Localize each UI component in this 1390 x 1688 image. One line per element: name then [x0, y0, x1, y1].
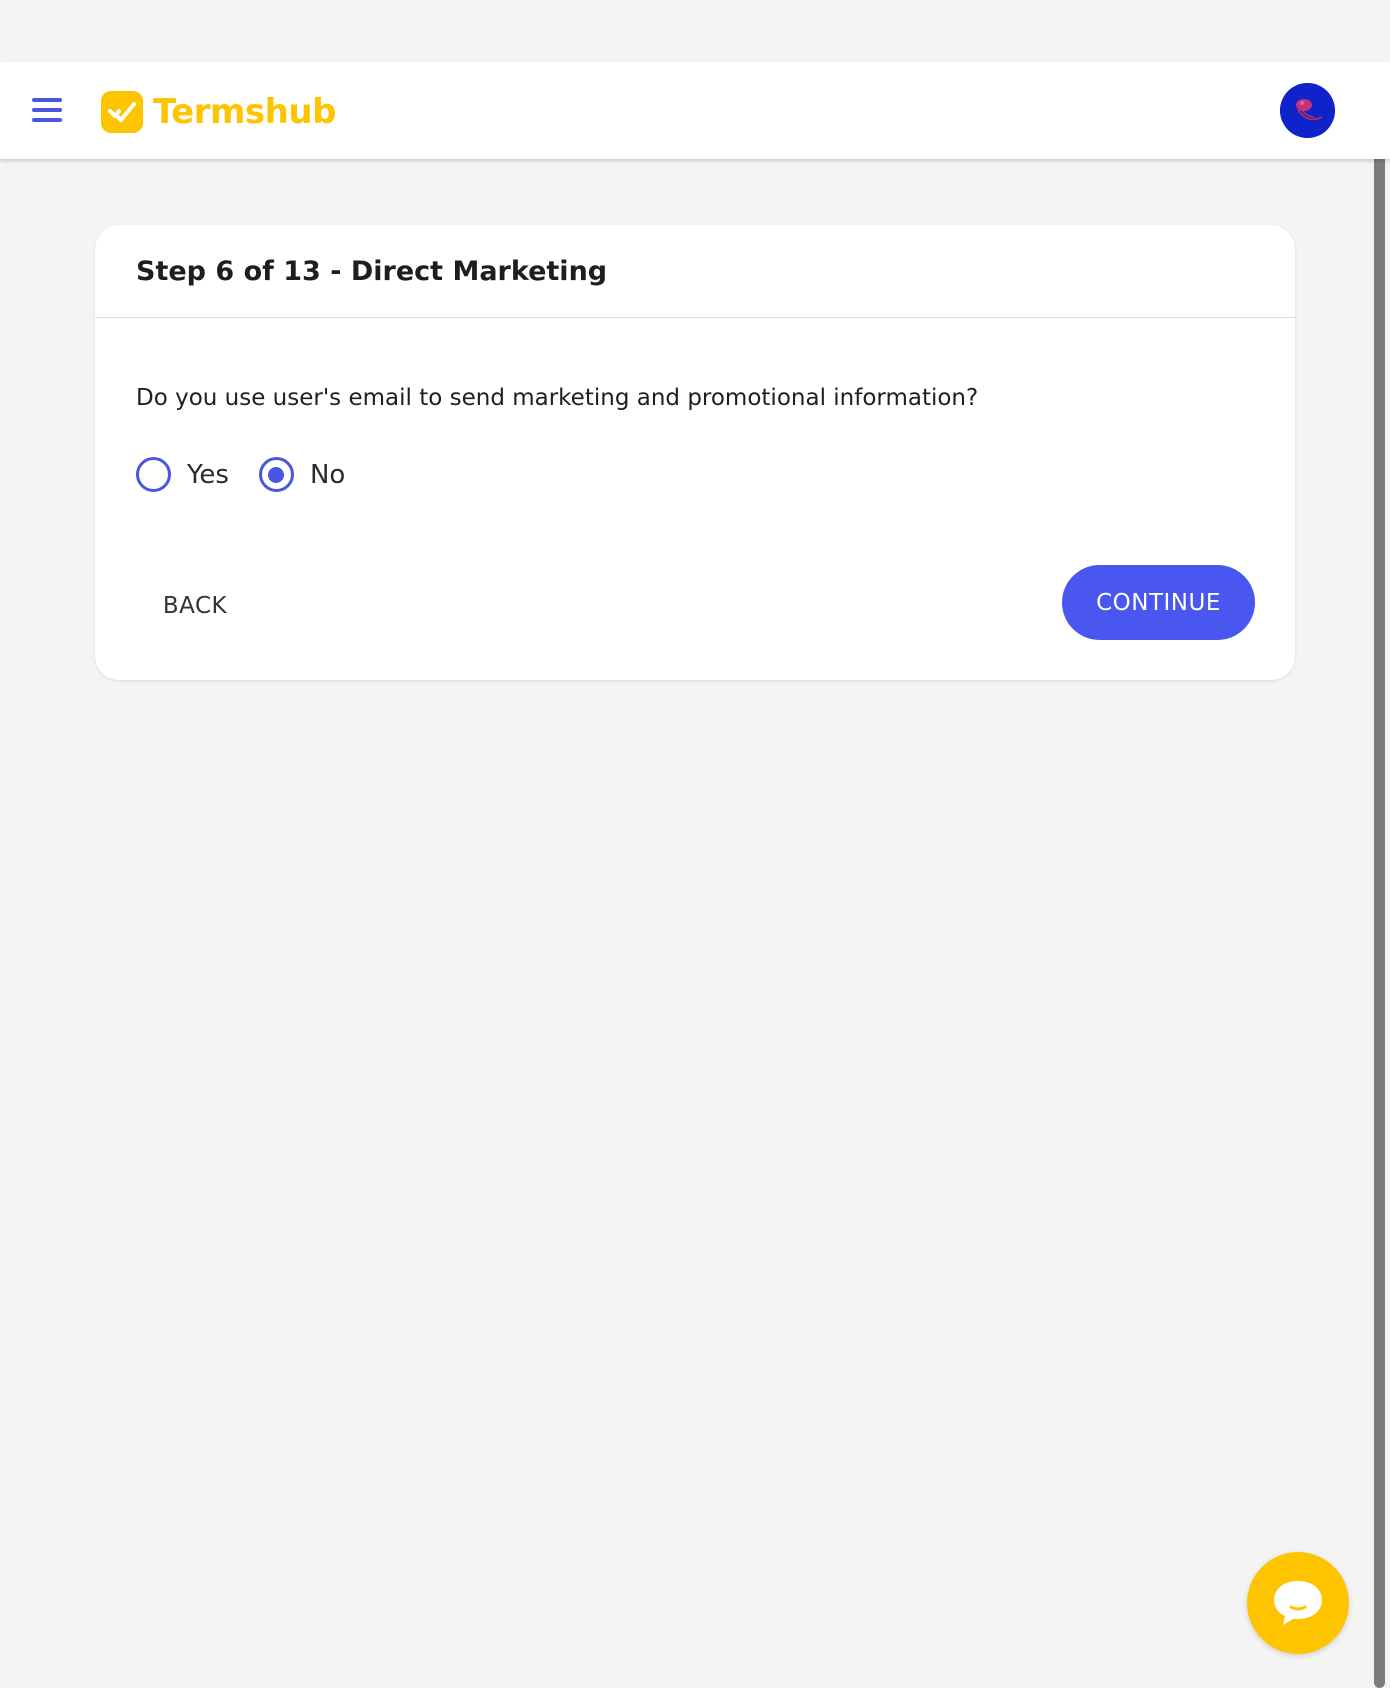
card-header: Step 6 of 13 - Direct Marketing — [95, 225, 1295, 318]
back-button[interactable]: BACK — [140, 582, 250, 630]
radio-unchecked-icon[interactable] — [136, 457, 171, 492]
page-title: Step 6 of 13 - Direct Marketing — [136, 255, 608, 287]
checkmark-logo-icon — [101, 91, 143, 133]
step-card: Step 6 of 13 - Direct Marketing Do you u… — [95, 225, 1295, 680]
radio-checked-icon[interactable] — [258, 457, 294, 492]
radio-option-no[interactable]: No — [258, 457, 345, 492]
chat-launcher-button[interactable] — [1247, 1552, 1349, 1654]
radio-option-yes[interactable]: Yes — [136, 457, 229, 492]
jellyfish-avatar-icon — [1280, 83, 1335, 138]
brand-name: Termshub — [153, 92, 336, 132]
question-text: Do you use user's email to send marketin… — [136, 385, 979, 411]
answer-radio-group: Yes No — [136, 457, 375, 492]
chat-bubble-icon — [1274, 1581, 1322, 1625]
hamburger-menu-icon[interactable] — [30, 96, 64, 124]
brand-logo[interactable]: Termshub — [101, 90, 336, 134]
continue-button[interactable]: CONTINUE — [1062, 565, 1255, 640]
scrollbar[interactable] — [1374, 132, 1385, 1688]
user-avatar[interactable] — [1280, 83, 1335, 138]
radio-label-no[interactable]: No — [310, 460, 345, 490]
top-app-bar: Termshub — [0, 62, 1390, 159]
radio-label-yes[interactable]: Yes — [187, 460, 229, 490]
